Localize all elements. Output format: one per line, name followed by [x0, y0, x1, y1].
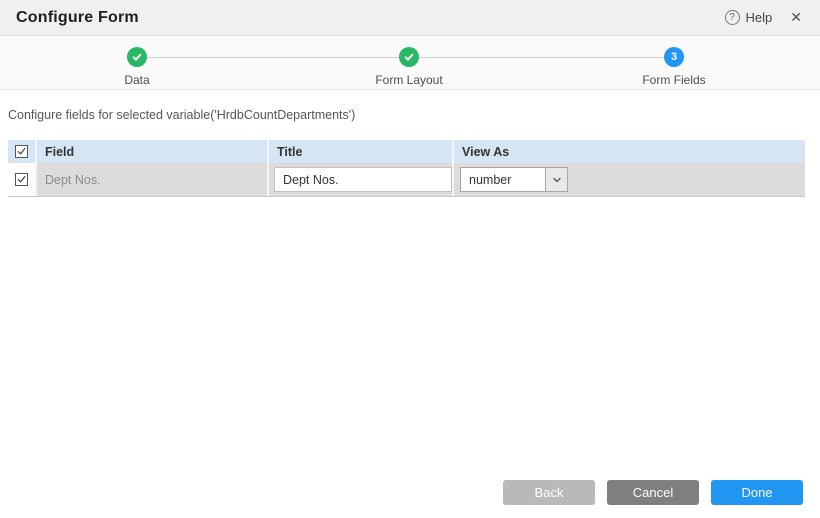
header-field-label: Field [45, 145, 74, 159]
chevron-down-icon [545, 168, 567, 191]
form-fields-table: Field Title View As Dept Nos. [8, 140, 805, 197]
done-button[interactable]: Done [711, 480, 803, 505]
row-field-name: Dept Nos. [45, 173, 101, 187]
configure-form-dialog: Configure Form ? Help ✕ Data Form Layout [0, 0, 820, 518]
header-view-as-label: View As [454, 145, 509, 159]
select-all-checkbox[interactable] [15, 145, 28, 158]
back-button[interactable]: Back [503, 480, 595, 505]
row-checkbox-cell [8, 163, 35, 196]
row-title-cell [267, 163, 452, 196]
cancel-button[interactable]: Cancel [607, 480, 699, 505]
step-form-fields-number: 3 [671, 52, 677, 63]
header-title-cell: Title [267, 140, 452, 163]
dialog-titlebar: Configure Form ? Help ✕ [0, 0, 820, 36]
step-data-check-icon [127, 47, 147, 67]
configure-fields-description: Configure fields for selected variable('… [8, 108, 355, 122]
header-field-cell: Field [35, 140, 267, 163]
step-data-label: Data [124, 73, 149, 87]
row-title-input[interactable] [274, 167, 452, 192]
row-view-as-cell: number [452, 163, 805, 196]
view-as-select[interactable]: number [460, 167, 568, 192]
step-form-fields[interactable]: 3 Form Fields [604, 47, 744, 87]
step-form-layout-label: Form Layout [375, 73, 442, 87]
help-button[interactable]: ? Help [725, 10, 773, 25]
header-checkbox-cell [8, 140, 35, 163]
row-checkbox[interactable] [15, 173, 28, 186]
header-title-label: Title [269, 145, 302, 159]
dialog-title: Configure Form [16, 9, 139, 27]
step-form-layout[interactable]: Form Layout [339, 47, 479, 87]
table-row: Dept Nos. number [8, 163, 805, 197]
help-label: Help [746, 10, 773, 25]
step-form-layout-check-icon [399, 47, 419, 67]
header-view-as-cell: View As [452, 140, 805, 163]
titlebar-actions: ? Help ✕ [725, 9, 804, 26]
help-icon: ? [725, 10, 740, 25]
close-icon[interactable]: ✕ [788, 9, 804, 26]
step-form-fields-label: Form Fields [642, 73, 705, 87]
step-form-fields-badge: 3 [664, 47, 684, 67]
step-data[interactable]: Data [67, 47, 207, 87]
row-field-cell: Dept Nos. [35, 163, 267, 196]
footer-actions: Back Cancel Done [503, 480, 803, 505]
wizard-stepper: Data Form Layout 3 Form Fields [0, 37, 820, 90]
table-header-row: Field Title View As [8, 140, 805, 163]
view-as-selected-value: number [461, 173, 545, 187]
